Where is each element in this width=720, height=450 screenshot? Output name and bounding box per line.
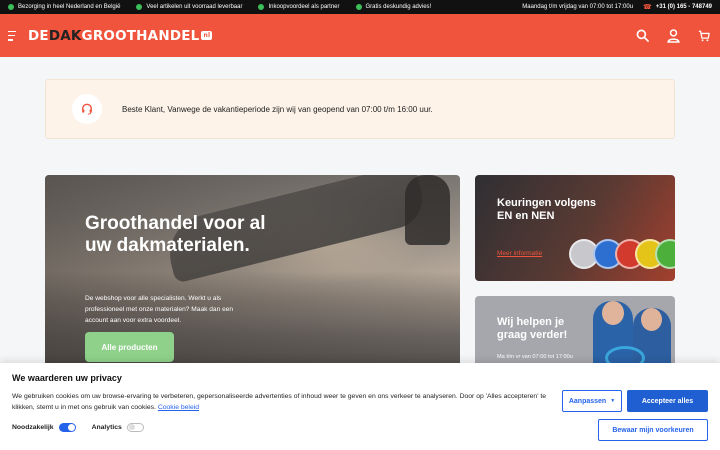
hero-banner: Groothandel voor al uw dakmaterialen. De… (45, 175, 460, 375)
check-icon (136, 4, 143, 10)
accept-all-button[interactable]: Accepteer alles (627, 390, 708, 412)
user-icon[interactable] (665, 28, 681, 44)
site-logo[interactable]: DE DAK GROOTHANDEL nl (28, 27, 213, 44)
save-preferences-button[interactable]: Bewaar mijn voorkeuren (598, 419, 708, 441)
hero-title: Groothandel voor al uw dakmaterialen. (85, 213, 266, 256)
cookie-banner: We waarderen uw privacy We gebruiken coo… (0, 363, 720, 450)
cookie-title: We waarderen uw privacy (12, 373, 122, 383)
adjust-button-label: Aanpassen (568, 397, 607, 405)
help-title: Wij helpen je graag verder! (497, 316, 568, 341)
usp-delivery: Bezorging in heel Nederland en België (8, 4, 120, 10)
inspections-title: Keuringen volgens EN en NEN (497, 197, 597, 222)
cookie-body: We gebruiken cookies om uw browse-ervari… (12, 393, 547, 411)
headset-icon (72, 94, 102, 124)
necessary-label: Noodzakelijk (12, 424, 54, 431)
more-info-link[interactable]: Meer informatie (497, 250, 542, 257)
inspections-card[interactable]: Keuringen volgens EN en NEN Meer informa… (475, 175, 675, 281)
usp-delivery-label: Bezorging in heel Nederland en België (18, 4, 121, 10)
analytics-toggle[interactable] (126, 423, 144, 432)
logo-tld: nl (201, 31, 213, 40)
opening-hours: Maandag t/m vrijdag van 07:00 tot 17:00u (522, 4, 634, 10)
search-icon[interactable] (634, 28, 650, 44)
help-hours: Ma t/m vr van 07:00 tot 17:00u (497, 354, 573, 360)
truck-icon (8, 4, 14, 10)
usp-stock-label: Veel artikelen uit voorraad leverbaar (146, 4, 243, 10)
hero-description: De webshop voor alle specialisten. Werkt… (85, 295, 234, 324)
cookie-text: We gebruiken cookies om uw browse-ervari… (12, 391, 552, 413)
notice-text: Beste Klant, Vanwege de vakantieperiode … (122, 104, 433, 114)
logo-text-de: DE (28, 27, 49, 44)
logo-text-groothandel: GROOTHANDEL (81, 27, 200, 44)
cookie-toggles: Noodzakelijk Analytics (12, 423, 160, 432)
menu-icon[interactable] (8, 30, 20, 41)
necessary-toggle[interactable] (58, 423, 76, 432)
cart-icon[interactable] (696, 28, 712, 44)
usp-partner-label: Inkoopvoordeel als partner (268, 4, 340, 10)
usp-advice: Gratis deskundig advies! (355, 4, 432, 10)
usp-advice-label: Gratis deskundig advies! (365, 4, 432, 10)
usp-stock: Veel artikelen uit voorraad leverbaar (136, 4, 242, 10)
thumbs-up-icon (355, 4, 362, 10)
cookie-policy-link[interactable]: Cookie beleid (158, 404, 199, 411)
all-products-button[interactable]: Alle producten (85, 332, 174, 362)
check-icon (258, 4, 265, 10)
phone-icon: ☎ (643, 4, 652, 11)
phone-link[interactable]: ☎ +31 (0) 165 - 748749 (643, 3, 712, 11)
site-header: DE DAK GROOTHANDEL nl (0, 14, 720, 57)
phone-number[interactable]: +31 (0) 165 - 748749 (656, 4, 712, 10)
chevron-down-icon: ▼ (610, 398, 616, 404)
adjust-button[interactable]: Aanpassen ▼ (562, 390, 622, 412)
analytics-label: Analytics (91, 424, 122, 431)
usp-partner: Inkoopvoordeel als partner (258, 4, 340, 10)
logo-text-dak: DAK (48, 27, 82, 44)
vacation-notice: Beste Klant, Vanwege de vakantieperiode … (45, 79, 675, 139)
top-info-bar: Bezorging in heel Nederland en België Ve… (0, 0, 720, 14)
